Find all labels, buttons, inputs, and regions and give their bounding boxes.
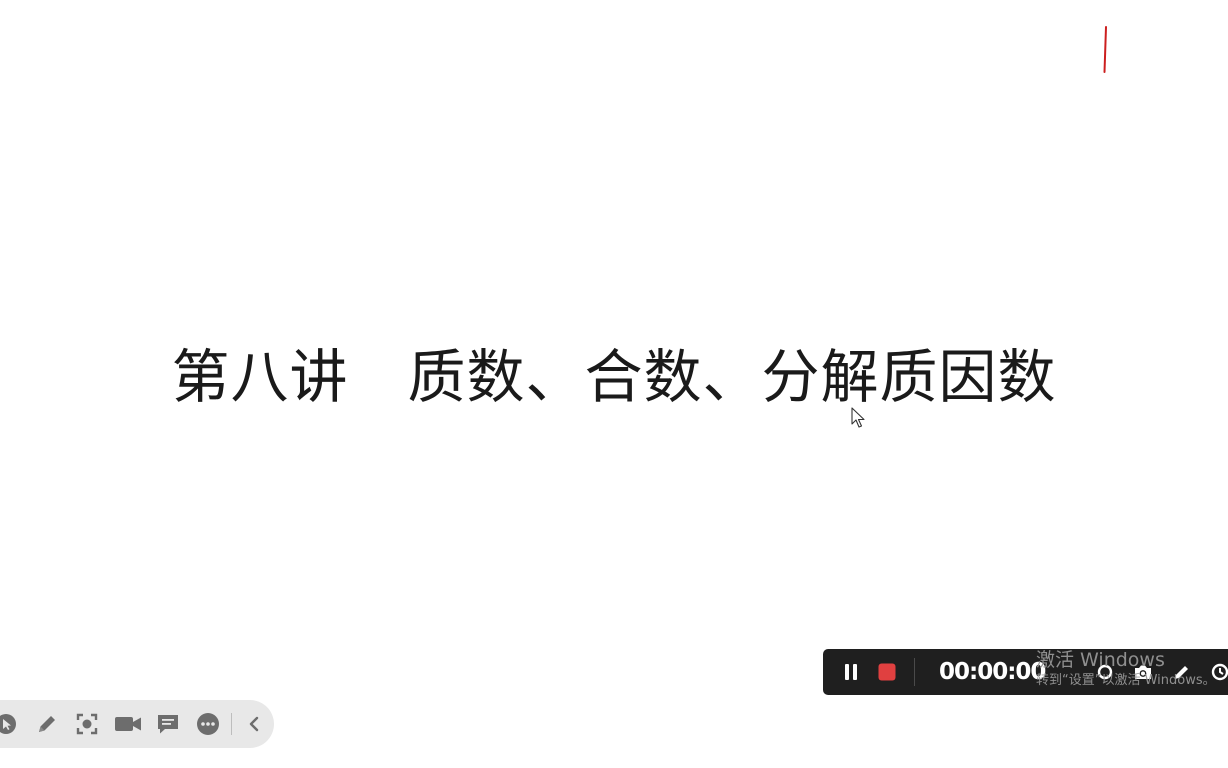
- draw-button[interactable]: [1169, 649, 1195, 695]
- collapse-toolbar-button[interactable]: [234, 700, 274, 748]
- collapse-chevron-icon: [249, 716, 259, 732]
- pointer-icon: [0, 714, 17, 734]
- recording-control-bar: 00:00:00: [823, 649, 1228, 695]
- schedule-icon: [1211, 663, 1228, 681]
- camera-icon: [114, 717, 141, 731]
- pointer-button[interactable]: [0, 700, 26, 748]
- schedule-button[interactable]: [1207, 649, 1228, 695]
- pen-annotation-stroke: [1103, 26, 1107, 73]
- webcam-icon: [1097, 664, 1113, 680]
- screenshot-button[interactable]: [1130, 649, 1156, 695]
- pen-icon: [38, 716, 55, 732]
- webcam-toggle-button[interactable]: [1093, 649, 1117, 695]
- pause-button[interactable]: [837, 649, 865, 695]
- recording-timer: 00:00:00: [939, 659, 1046, 685]
- pause-icon: [845, 664, 857, 680]
- comment-icon: [157, 715, 178, 734]
- pen-button[interactable]: [26, 700, 66, 748]
- recorder-divider: [914, 658, 915, 686]
- stop-icon: [878, 663, 896, 681]
- spotlight-button[interactable]: [67, 700, 107, 748]
- slide-title: 第八讲 质数、合数、分解质因数: [171, 343, 1057, 411]
- toolbar-divider: [230, 713, 232, 735]
- more-icon: [197, 713, 220, 735]
- presenter-toolbar: [0, 700, 274, 748]
- comment-button[interactable]: [148, 700, 188, 748]
- camera-button[interactable]: [107, 700, 147, 748]
- mouse-cursor-icon: [851, 407, 865, 428]
- stop-button[interactable]: [873, 649, 901, 695]
- screenshot-icon: [1135, 665, 1151, 679]
- more-button[interactable]: [188, 700, 228, 748]
- draw-icon: [1175, 666, 1188, 679]
- spotlight-icon: [76, 713, 98, 735]
